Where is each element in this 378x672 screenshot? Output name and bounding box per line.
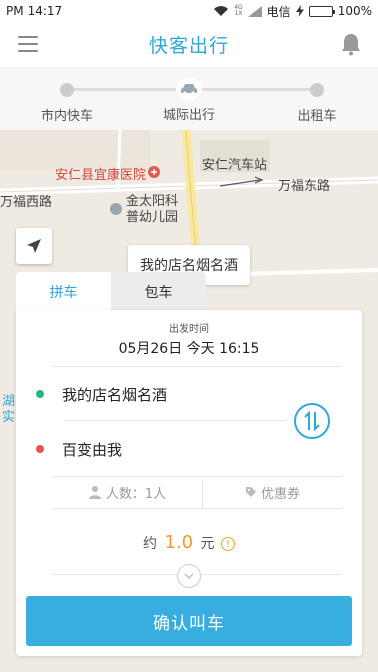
menu-icon[interactable] <box>18 36 38 52</box>
confirm-ride-button[interactable]: 确认叫车 <box>26 596 352 646</box>
price-value: 1.0 <box>164 532 194 553</box>
person-icon <box>88 486 101 499</box>
app-title: 快客出行 <box>148 35 229 57</box>
service-tab-taxi[interactable]: 出租车 <box>272 78 362 124</box>
origin-address[interactable]: 我的店名烟名酒 <box>36 382 167 406</box>
chevron-down-icon <box>184 573 194 579</box>
tab-charter[interactable]: 包车 <box>111 272 206 312</box>
status-time: 14:17 <box>27 4 63 18</box>
price-prefix: 约 <box>143 536 157 552</box>
locate-me-button[interactable] <box>16 228 52 264</box>
price-unit: 元 <box>200 536 215 552</box>
destination-dot-icon <box>36 445 44 453</box>
coupon-selector[interactable]: 优惠券 <box>203 476 342 508</box>
divider <box>52 366 342 367</box>
battery-icon <box>308 5 335 17</box>
navigation-arrow-icon <box>27 239 41 253</box>
passenger-count-selector[interactable]: 人数：1人 <box>52 476 202 508</box>
departure-time[interactable]: 05月26日 今天 16:15 <box>16 338 362 358</box>
battery-percent: 100% <box>337 4 372 18</box>
bell-icon[interactable] <box>340 32 362 56</box>
charging-icon <box>295 5 304 17</box>
map-label-kindergarten: 金太阳科 普幼儿园 <box>126 194 178 226</box>
map-label-station: 安仁汽车站 <box>202 158 268 173</box>
origin-dot-icon <box>36 390 44 398</box>
swap-addresses-button[interactable] <box>294 403 330 439</box>
map-label-hospital: 安仁县宜康医院 <box>55 168 147 183</box>
price-estimate: 约 1.0 元 ! <box>16 532 362 553</box>
app-header: 快客出行 <box>0 22 378 68</box>
departure-label: 出发时间 <box>169 324 209 335</box>
service-dot <box>60 83 74 97</box>
order-card: 出发时间 05月26日 今天 16:15 我的店名烟名酒 百变由我 人数：1人 … <box>16 310 362 656</box>
signal-type-b: 1X <box>234 10 243 17</box>
map-label-road-west: 万福西路 <box>0 195 53 210</box>
service-tab-city-express[interactable]: 市内快车 <box>22 78 112 124</box>
ride-type-tabs: 拼车 包车 <box>16 272 362 312</box>
service-tab-label: 市内快车 <box>40 109 93 124</box>
wifi-icon <box>213 5 229 17</box>
kindergarten-line1: 金太阳科 <box>126 194 179 209</box>
map-label-road-east: 万福东路 <box>278 179 331 194</box>
status-bar: PM 14:17 4G 1X 电信 100% <box>0 0 378 22</box>
price-info-icon[interactable]: ! <box>221 537 235 551</box>
swap-arrows-icon <box>304 411 320 431</box>
carrier-name: 电信 <box>266 4 291 19</box>
service-tab-intercity[interactable]: 城际出行 <box>144 78 234 123</box>
service-dot <box>310 83 324 97</box>
divider <box>64 420 286 421</box>
lake-line2: 实 <box>2 410 16 425</box>
lake-line1: 湖 <box>2 394 16 409</box>
origin-address-text: 我的店名烟名酒 <box>62 385 168 404</box>
service-tab-label: 城际出行 <box>162 108 215 123</box>
coupon-text: 优惠券 <box>260 486 300 502</box>
service-tab-label: 出租车 <box>297 109 337 124</box>
destination-address-text: 百变由我 <box>62 440 123 459</box>
divider <box>52 508 342 509</box>
kindergarten-line2: 普幼儿园 <box>126 210 179 225</box>
signal-bars-icon <box>247 5 262 17</box>
tab-carpool[interactable]: 拼车 <box>16 272 111 312</box>
cell-signal-icon: 4G 1X <box>234 5 242 17</box>
expand-details-button[interactable] <box>177 564 201 588</box>
service-selector: 市内快车 城际出行 出租车 <box>0 68 378 130</box>
destination-address[interactable]: 百变由我 <box>36 437 122 461</box>
passenger-count-text: 人数：1人 <box>105 486 167 502</box>
tag-icon <box>245 487 256 497</box>
status-period: PM <box>6 4 24 18</box>
map-label-lake: 湖 实 <box>2 394 15 426</box>
car-icon <box>176 78 202 100</box>
